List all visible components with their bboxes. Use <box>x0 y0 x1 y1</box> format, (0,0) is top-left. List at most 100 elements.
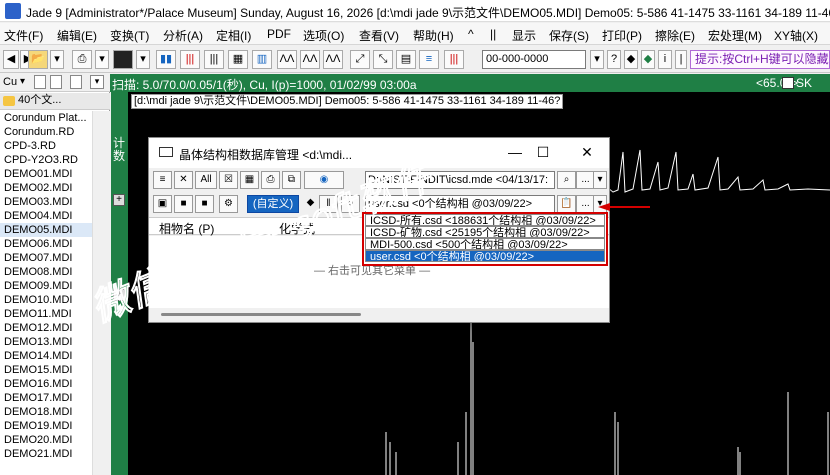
open-folder-icon[interactable]: 📂 <box>28 50 48 69</box>
list-item[interactable]: DEMO16.MDI <box>0 377 92 391</box>
printer-icon[interactable]: ⎙ <box>261 171 280 189</box>
dropdown-option[interactable]: MDI-500.csd <500个结构相 @03/09/22> <box>365 238 605 250</box>
dropdown-arrow-icon[interactable]: ▾ <box>593 171 607 189</box>
database-icon[interactable]: ◉ <box>304 171 344 189</box>
dropdown-option[interactable]: ICSD-所有.csd <188631个结构相 @03/09/22> <box>365 214 605 226</box>
list-item[interactable]: Corundum.RD <box>0 125 92 139</box>
list-item[interactable]: DEMO17.MDI <box>0 391 92 405</box>
list-item[interactable]: DEMO19.MDI <box>0 419 92 433</box>
list-item[interactable]: DEMO02.MDI <box>0 181 92 195</box>
list-item[interactable]: DEMO12.MDI <box>0 321 92 335</box>
dropdown-option[interactable]: ICSD-矿物.csd <25195个结构相 @03/09/22> <box>365 226 605 238</box>
detail-view-icon[interactable] <box>70 75 82 89</box>
maximize-icon[interactable]: ☐ <box>533 144 553 161</box>
expand-icon[interactable]: + <box>113 194 125 206</box>
arrow-left-icon[interactable]: ◀ <box>3 50 19 69</box>
list-item[interactable]: DEMO20.MDI <box>0 433 92 447</box>
menu-transform[interactable]: 变换(T) <box>110 27 149 44</box>
list-item[interactable]: DEMO07.MDI <box>0 251 92 265</box>
list-item[interactable]: CPD-3.RD <box>0 139 92 153</box>
sk-checkbox[interactable] <box>782 77 794 89</box>
dropdown-arrow-icon[interactable]: ▾ <box>95 50 109 69</box>
close-icon[interactable]: ✕ <box>174 171 193 189</box>
cube-icon[interactable]: ◆ <box>624 50 638 69</box>
dropdown-arrow-icon[interactable]: ▾ <box>590 50 604 69</box>
peak-icon[interactable]: ΛΛ <box>323 50 343 69</box>
horizontal-scrollbar[interactable] <box>149 308 609 322</box>
minimize-icon[interactable]: — <box>505 144 525 160</box>
grid-icon[interactable]: ▦ <box>240 171 259 189</box>
menu-xyaxis[interactable]: XY轴(X) <box>774 27 818 44</box>
filter-icon[interactable] <box>50 75 62 89</box>
list-item[interactable]: DEMO01.MDI <box>0 167 92 181</box>
column-formula[interactable]: 化学式 <box>279 220 315 237</box>
list-item[interactable]: DEMO10.MDI <box>0 293 92 307</box>
list-item[interactable]: DEMO14.MDI <box>0 349 92 363</box>
menu-analyze[interactable]: 分析(A) <box>163 27 203 44</box>
list-item[interactable]: CPD-Y2O3.RD <box>0 153 92 167</box>
peak-icon[interactable]: ΛΛ <box>300 50 320 69</box>
dropdown-option-selected[interactable]: user.csd <0个结构相 @03/09/22> <box>365 250 605 262</box>
pdf-number-input[interactable]: 00-000-0000 <box>482 50 586 69</box>
file-list-scrollbar[interactable] <box>92 111 110 475</box>
menu-view[interactable]: 查看(V) <box>359 27 399 44</box>
dropdown-arrow-icon[interactable]: ▾ <box>90 75 104 89</box>
dropdown-arrow-icon[interactable]: ▾ <box>50 50 64 69</box>
expand-icon[interactable]: + <box>113 289 125 301</box>
gear-icon[interactable]: ⚙ <box>219 195 238 213</box>
menu-display[interactable]: 显示 <box>512 27 536 44</box>
table-icon[interactable]: ▦ <box>228 50 248 69</box>
zoom-icon[interactable]: ⤡ <box>373 50 393 69</box>
list-item-selected[interactable]: DEMO05.MDI <box>0 223 92 237</box>
pin-icon[interactable]: ◆ <box>301 195 320 213</box>
zoom-icon[interactable]: ⤢ <box>350 50 370 69</box>
menu-print[interactable]: 打印(P) <box>602 27 642 44</box>
scan-icon[interactable]: ▥ <box>252 50 272 69</box>
list-item[interactable]: DEMO09.MDI <box>0 279 92 293</box>
list-item[interactable]: DEMO11.MDI <box>0 307 92 321</box>
list-item[interactable]: DEMO06.MDI <box>0 237 92 251</box>
all-button[interactable]: All <box>195 171 217 189</box>
menu-caret[interactable]: ^ <box>468 27 474 41</box>
menu-options[interactable]: 选项(O) <box>303 27 344 44</box>
list-view-icon[interactable] <box>34 75 46 89</box>
column-phase-name[interactable]: 相物名 (P) <box>159 220 214 237</box>
menu-macro[interactable]: 宏处理(M) <box>708 27 762 44</box>
list-item[interactable]: Corundum Plat... <box>0 111 92 125</box>
dropdown-arrow-icon[interactable]: ▾ <box>136 50 150 69</box>
dropdown-arrow-icon[interactable]: ▾ <box>20 76 25 87</box>
scrollbar-thumb[interactable] <box>161 313 361 316</box>
list-item[interactable]: DEMO13.MDI <box>0 335 92 349</box>
bars-icon[interactable]: ||| <box>204 50 224 69</box>
search-icon[interactable]: ⌕ <box>557 171 576 189</box>
close-icon[interactable]: ✕ <box>577 144 597 161</box>
grid-icon[interactable]: ▤ <box>396 50 416 69</box>
menu-save[interactable]: 保存(S) <box>549 27 589 44</box>
bars-icon[interactable]: ||| <box>180 50 200 69</box>
circle-icon[interactable]: ○ <box>341 195 360 213</box>
chart-icon[interactable]: ▮▮ <box>156 50 176 69</box>
filter-icon[interactable]: ▣ <box>153 195 172 213</box>
custom-filter-button[interactable]: (自定义) <box>247 195 299 213</box>
lines-icon[interactable]: ≡ <box>419 50 439 69</box>
diamond-icon[interactable]: ◆ <box>641 50 655 69</box>
peak-icon[interactable]: ΛΛ <box>277 50 297 69</box>
copy-icon[interactable]: ⧉ <box>282 171 301 189</box>
menu-pdf[interactable]: PDF <box>267 27 291 41</box>
list-item[interactable]: DEMO15.MDI <box>0 363 92 377</box>
menu-erase[interactable]: 擦除(E) <box>655 27 695 44</box>
check-icon[interactable]: ☒ <box>219 171 238 189</box>
menu-identify[interactable]: 定相(I) <box>216 27 251 44</box>
clipboard-icon[interactable]: 📋 <box>557 195 576 213</box>
list-item[interactable]: DEMO21.MDI <box>0 447 92 461</box>
menu-icon[interactable]: ≡ <box>153 171 172 189</box>
list-item[interactable]: DEMO03.MDI <box>0 195 92 209</box>
list-item[interactable]: DEMO04.MDI <box>0 209 92 223</box>
black-square-icon[interactable] <box>113 50 133 69</box>
db-path-field[interactable]: D:\NIST\FINDIT\icsd.mde <04/13/17: <box>365 171 555 189</box>
menu-file[interactable]: 文件(F) <box>4 27 43 44</box>
dark-square-icon[interactable]: ■ <box>195 195 214 213</box>
info-icon[interactable]: i <box>658 50 672 69</box>
menu-edit[interactable]: 编辑(E) <box>57 27 97 44</box>
menu-help[interactable]: 帮助(H) <box>413 27 454 44</box>
